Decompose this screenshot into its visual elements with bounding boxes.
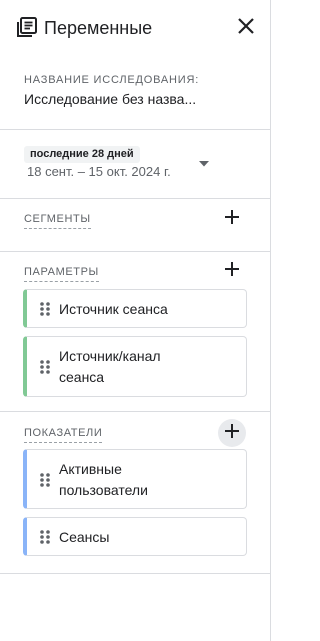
plus-icon	[224, 209, 240, 230]
dimension-chip[interactable]: Источник сеанса	[23, 289, 247, 328]
variables-list-icon	[16, 16, 38, 38]
date-preset-chip: последние 28 дней	[24, 146, 140, 163]
divider	[0, 411, 270, 412]
dimension-chip-label: Источник сеанса	[59, 301, 168, 317]
add-segment-button[interactable]	[218, 205, 246, 233]
dimension-chip-label: Источник/канал сеанса	[59, 348, 161, 385]
panel-title: Переменные	[44, 18, 153, 38]
exploration-name-field[interactable]: Исследование без назва...	[24, 90, 214, 108]
drag-handle-icon[interactable]	[39, 301, 51, 317]
variables-panel: Переменные НАЗВАНИЕ ИССЛЕДОВАНИЯ: Исслед…	[0, 0, 271, 641]
drag-handle-icon[interactable]	[39, 529, 51, 545]
metric-chip-label: Сеансы	[59, 529, 110, 545]
drag-handle-icon[interactable]	[39, 472, 51, 488]
divider	[0, 129, 270, 130]
panel-header: Переменные	[0, 0, 270, 56]
add-metric-button[interactable]	[218, 419, 246, 447]
divider	[0, 198, 270, 199]
divider	[0, 573, 270, 574]
plus-icon	[224, 423, 240, 444]
dropdown-arrow-icon[interactable]	[196, 156, 212, 172]
drag-handle-icon[interactable]	[39, 359, 51, 375]
metric-chip[interactable]: Активные пользователи	[23, 449, 247, 509]
exploration-name-label: НАЗВАНИЕ ИССЛЕДОВАНИЯ:	[24, 74, 200, 86]
close-button[interactable]	[232, 14, 260, 42]
segments-section-label[interactable]: СЕГМЕНТЫ	[24, 212, 91, 229]
add-dimension-button[interactable]	[218, 257, 246, 285]
dimension-chip[interactable]: Источник/канал сеанса	[23, 336, 247, 397]
metric-chip[interactable]: Сеансы	[23, 517, 247, 556]
date-range-text: 18 сент. – 15 окт. 2024 г.	[27, 164, 171, 179]
metric-chip-label: Активные пользователи	[59, 461, 148, 498]
metrics-section-label[interactable]: ПОКАЗАТЕЛИ	[24, 426, 103, 443]
plus-icon	[224, 261, 240, 282]
dimensions-section-label[interactable]: ПАРАМЕТРЫ	[24, 265, 99, 282]
close-icon	[237, 17, 255, 40]
divider	[0, 251, 270, 252]
